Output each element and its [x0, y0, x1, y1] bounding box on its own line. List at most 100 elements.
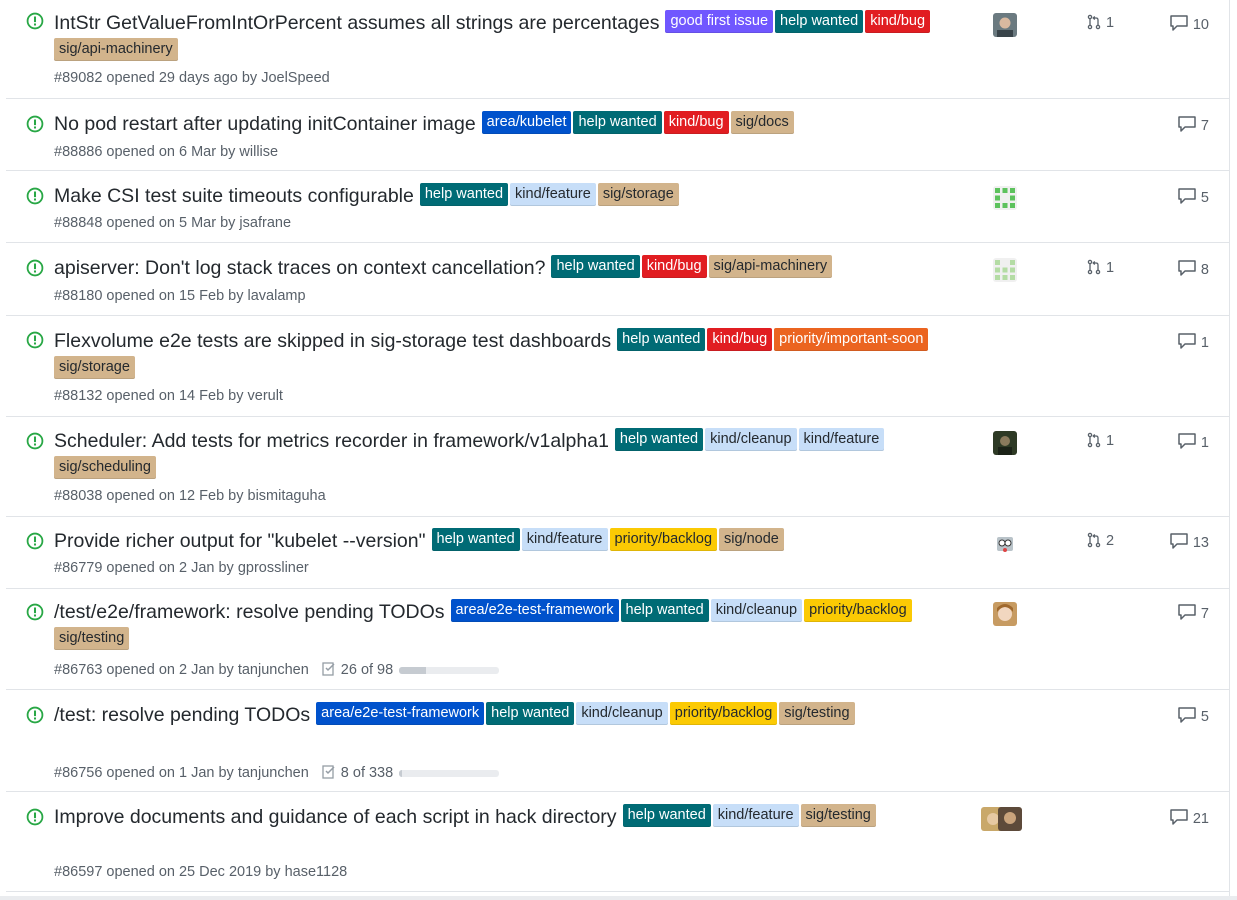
issue-opened-text[interactable]: #88886 opened on 6 Mar by willise: [54, 144, 278, 160]
linked-pr-count[interactable]: 1: [1086, 259, 1114, 276]
issue-label[interactable]: help wanted: [620, 599, 709, 623]
checklist-icon: [321, 662, 341, 678]
issue-open-icon: [26, 187, 44, 205]
issue-opened-text[interactable]: #89082 opened 29 days ago by JoelSpeed: [54, 70, 330, 86]
issue-label[interactable]: priority/important-soon: [774, 328, 929, 352]
issue-opened-text[interactable]: #88180 opened on 15 Feb by lavalamp: [54, 288, 306, 304]
issue-opened-text[interactable]: #86597 opened on 25 Dec 2019 by hase1128: [54, 864, 347, 880]
issue-opened-text[interactable]: #88132 opened on 14 Feb by verult: [54, 388, 283, 404]
comment-count[interactable]: 7: [1177, 603, 1209, 622]
issue-title-link[interactable]: No pod restart after updating initContai…: [54, 113, 476, 135]
issue-label[interactable]: good first issue: [665, 10, 774, 34]
issue-title-link[interactable]: Provide richer output for "kubelet --ver…: [54, 530, 426, 552]
assignee-avatar[interactable]: [993, 186, 1017, 210]
issue-title-link[interactable]: Improve documents and guidance of each s…: [54, 806, 617, 828]
issue-row: apiserver: Don't log stack traces on con…: [6, 242, 1229, 316]
assignee-avatar[interactable]: [993, 258, 1017, 282]
linked-pr-count[interactable]: 1: [1086, 14, 1114, 31]
comment-count[interactable]: 1: [1177, 432, 1209, 451]
issue-label[interactable]: help wanted: [573, 111, 662, 135]
issue-label[interactable]: help wanted: [775, 10, 864, 34]
issue-row: /test/e2e/framework: resolve pending TOD…: [6, 588, 1229, 690]
issue-title-link[interactable]: apiserver: Don't log stack traces on con…: [54, 257, 545, 279]
comment-number: 5: [1200, 709, 1209, 725]
comment-count[interactable]: 5: [1177, 706, 1209, 725]
issue-open-icon: [26, 115, 44, 133]
issue-label[interactable]: kind/bug: [707, 328, 773, 352]
issue-label[interactable]: kind/cleanup: [710, 599, 803, 623]
comment-count[interactable]: 7: [1177, 115, 1209, 134]
comment-icon: [1169, 533, 1193, 551]
issue-label[interactable]: kind/cleanup: [576, 702, 668, 726]
issue-label[interactable]: help wanted: [551, 255, 640, 279]
issue-label[interactable]: sig/api-machinery: [708, 255, 833, 279]
issue-title-link[interactable]: Make CSI test suite timeouts configurabl…: [54, 185, 414, 207]
issue-label[interactable]: sig/storage: [54, 355, 135, 379]
issue-label[interactable]: sig/testing: [800, 804, 876, 828]
issue-label[interactable]: help wanted: [614, 428, 704, 452]
linked-pr-count[interactable]: 2: [1086, 532, 1114, 549]
issue-label[interactable]: sig/node: [719, 528, 784, 552]
issue-title-link[interactable]: /test/e2e/framework: resolve pending TOD…: [54, 601, 445, 623]
issue-opened-text[interactable]: #86763 opened on 2 Jan by tanjunchen: [54, 662, 309, 678]
issue-label[interactable]: area/kubelet: [481, 111, 572, 135]
issue-label[interactable]: help wanted: [622, 804, 711, 828]
issue-label[interactable]: sig/testing: [54, 626, 130, 650]
linked-pr-number: 1: [1106, 433, 1115, 449]
issue-opened-text[interactable]: #86779 opened on 2 Jan by gprossliner: [54, 560, 309, 576]
issue-label[interactable]: sig/docs: [730, 111, 794, 135]
issue-label[interactable]: kind/feature: [712, 804, 799, 828]
issue-meta: #88038 opened on 12 Feb by bismitaguha: [54, 488, 326, 504]
issue-label[interactable]: help wanted: [617, 328, 706, 352]
comment-count[interactable]: 1: [1177, 332, 1209, 351]
issue-label[interactable]: sig/scheduling: [54, 455, 156, 479]
issue-label[interactable]: help wanted: [431, 528, 520, 552]
issue-label[interactable]: area/e2e-test-framework: [316, 702, 485, 726]
comment-number: 21: [1192, 811, 1209, 827]
issue-row: Make CSI test suite timeouts configurabl…: [6, 170, 1229, 243]
linked-pr-count[interactable]: 1: [1086, 432, 1114, 449]
issue-label[interactable]: kind/feature: [521, 528, 608, 552]
issue-label[interactable]: kind/cleanup: [705, 428, 797, 452]
issue-label[interactable]: priority/backlog: [804, 599, 912, 623]
assignee-avatar[interactable]: [993, 602, 1017, 626]
assignee-avatar[interactable]: [993, 531, 1017, 555]
issue-label[interactable]: help wanted: [486, 702, 575, 726]
issue-opened-text[interactable]: #88848 opened on 5 Mar by jsafrane: [54, 215, 291, 231]
issue-label[interactable]: sig/api-machinery: [54, 37, 178, 61]
issue-opened-text[interactable]: #86756 opened on 1 Jan by tanjunchen: [54, 765, 309, 781]
comment-count[interactable]: 21: [1169, 808, 1209, 827]
comment-count[interactable]: 13: [1169, 532, 1209, 551]
issue-title-link[interactable]: Scheduler: Add tests for metrics recorde…: [54, 430, 609, 452]
issue-label[interactable]: help wanted: [419, 183, 509, 207]
issue-row: Flexvolume e2e tests are skipped in sig-…: [6, 315, 1229, 417]
issue-label[interactable]: kind/bug: [865, 10, 931, 34]
issue-open-icon: [26, 12, 44, 30]
assignee-avatar[interactable]: [993, 13, 1017, 37]
assignee-avatar[interactable]: [993, 431, 1017, 455]
comment-count[interactable]: 10: [1169, 14, 1209, 33]
comment-count[interactable]: 5: [1177, 187, 1209, 206]
task-progress-bar: [399, 666, 500, 674]
issue-meta: #88886 opened on 6 Mar by willise: [54, 144, 278, 160]
issue-label[interactable]: kind/feature: [510, 183, 596, 207]
issue-label[interactable]: priority/backlog: [609, 528, 718, 552]
issue-title-link[interactable]: Flexvolume e2e tests are skipped in sig-…: [54, 330, 611, 352]
comment-count[interactable]: 8: [1177, 259, 1209, 278]
issue-title-link[interactable]: /test: resolve pending TODOs: [54, 704, 310, 726]
assignee-avatar[interactable]: [998, 807, 1022, 831]
linked-pr-number: 2: [1106, 533, 1115, 549]
issue-label[interactable]: kind/bug: [641, 255, 707, 279]
issue-title-link[interactable]: IntStr GetValueFromIntOrPercent assumes …: [54, 12, 659, 34]
issue-meta: #88132 opened on 14 Feb by verult: [54, 388, 283, 404]
comment-icon: [1177, 333, 1201, 351]
comment-number: 8: [1200, 262, 1209, 278]
issue-label[interactable]: kind/bug: [663, 111, 729, 135]
issue-label[interactable]: sig/storage: [597, 183, 679, 207]
issue-label[interactable]: kind/feature: [798, 428, 885, 452]
issue-label[interactable]: priority/backlog: [669, 702, 778, 726]
issue-label[interactable]: area/e2e-test-framework: [450, 599, 619, 623]
issue-opened-text[interactable]: #88038 opened on 12 Feb by bismitaguha: [54, 488, 326, 504]
issue-label[interactable]: sig/testing: [779, 702, 855, 726]
issue-row: Scheduler: Add tests for metrics recorde…: [6, 416, 1229, 517]
